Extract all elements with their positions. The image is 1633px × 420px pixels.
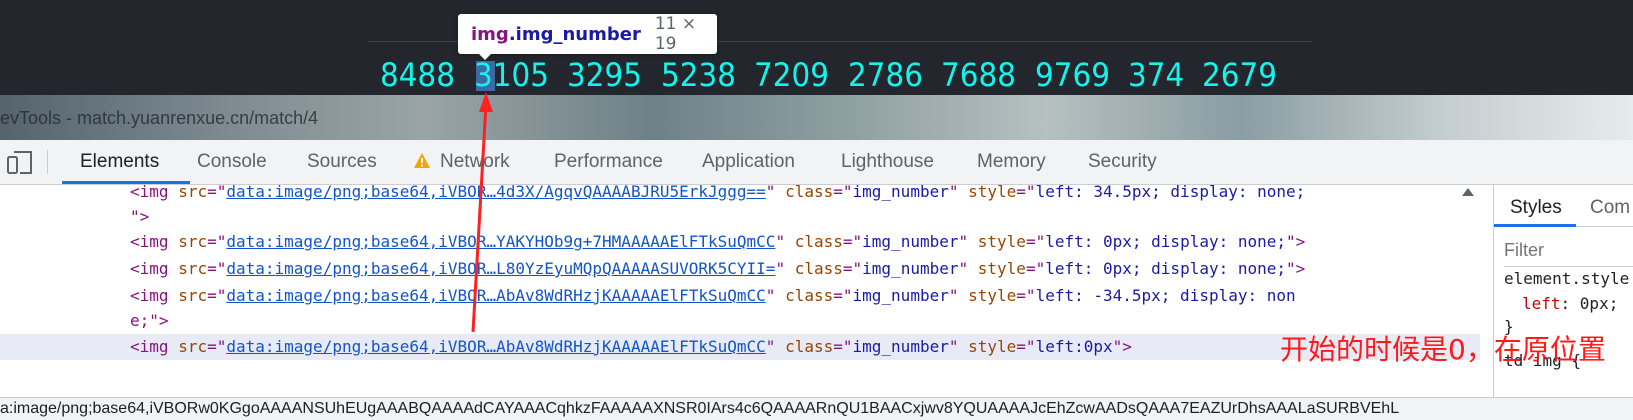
code-tag: img bbox=[139, 185, 169, 201]
code-attr: class bbox=[785, 286, 834, 305]
code-tag: img bbox=[139, 286, 169, 305]
tab-lighthouse[interactable]: Lighthouse bbox=[841, 140, 934, 184]
status-bar: a:image/png;base64,iVBORw0KGgoAAAANSUhEU… bbox=[0, 397, 1633, 420]
dom-node-row-continuation: "> bbox=[0, 204, 1480, 230]
code-value: left: 0px; display: none; bbox=[1045, 232, 1287, 251]
rule-selector: element.style bbox=[1504, 269, 1630, 288]
code-value: left: -34.5px; display: non bbox=[1035, 286, 1296, 305]
code-tag: img bbox=[139, 337, 169, 356]
number-item: 5238 bbox=[661, 56, 736, 94]
code-value: img_number bbox=[862, 232, 959, 251]
code-value: left:0px bbox=[1035, 337, 1113, 356]
tab-elements[interactable]: Elements bbox=[80, 140, 159, 184]
number-item: 3105 bbox=[474, 56, 549, 94]
css-declaration[interactable]: left: 0px; bbox=[1522, 294, 1618, 313]
window-title: evTools - match.yuanrenxue.cn/match/4 bbox=[0, 108, 319, 128]
code-value: img_number bbox=[862, 259, 959, 278]
code-value: left: 34.5px; display: none; bbox=[1035, 185, 1306, 201]
tab-sources[interactable]: Sources bbox=[307, 140, 377, 184]
inspect-tooltip: img .img_number 11 × 19 bbox=[458, 14, 717, 54]
status-bar-url: a:image/png;base64,iVBORw0KGgoAAAANSUhEU… bbox=[0, 400, 1400, 417]
tab-console[interactable]: Console bbox=[197, 140, 267, 184]
annotation-note: 开始的时候是0，在原位置 bbox=[1280, 333, 1606, 366]
dom-node-row-continuation: e;"> bbox=[0, 308, 1480, 334]
number-item: 3295 bbox=[567, 56, 642, 94]
code-attr: class bbox=[785, 185, 834, 201]
code-attr: class bbox=[785, 337, 834, 356]
code-value: left: 0px; display: none; bbox=[1045, 259, 1287, 278]
code-attr: style bbox=[968, 286, 1017, 305]
src-link[interactable]: data:image/png;base64,iVBOR…L80YzEyuMQpQ… bbox=[226, 259, 775, 278]
dom-node-row[interactable]: <img src="data:image/png;base64,iVBOR…L8… bbox=[0, 256, 1480, 282]
code-attr: style bbox=[968, 337, 1017, 356]
tooltip-arrow bbox=[478, 53, 492, 60]
warning-icon bbox=[414, 153, 430, 168]
tab-security[interactable]: Security bbox=[1088, 140, 1157, 184]
dom-node-row[interactable]: <img src="data:image/png;base64,iVBOR…YA… bbox=[0, 229, 1480, 255]
css-value: : 0px; bbox=[1560, 294, 1619, 313]
page-viewport-strip: 8488 3105 3295 5238 7209 2786 7688 9769 … bbox=[0, 0, 1633, 95]
number-item: 2786 bbox=[848, 56, 923, 94]
tooltip-size: 11 × 19 bbox=[654, 14, 697, 54]
tab-application[interactable]: Application bbox=[702, 140, 795, 184]
tooltip-class: .img_number bbox=[508, 23, 641, 45]
tab-styles[interactable]: Styles bbox=[1510, 197, 1562, 219]
devtools-tab-bar: Elements Console Sources Network Perform… bbox=[0, 140, 1633, 185]
code-attr: src bbox=[178, 337, 208, 356]
code-attr: style bbox=[977, 232, 1026, 251]
tab-computed[interactable]: Com bbox=[1590, 197, 1630, 219]
code-value: img_number bbox=[852, 337, 949, 356]
device-toolbar-icon[interactable] bbox=[6, 149, 34, 175]
code-attr: style bbox=[977, 259, 1026, 278]
styles-filter-input[interactable] bbox=[1504, 235, 1633, 267]
code-attr: src bbox=[178, 232, 208, 251]
tooltip-tag: img bbox=[471, 23, 509, 45]
src-link[interactable]: data:image/png;base64,iVBOR…AbAv8WdRHzjK… bbox=[226, 337, 765, 356]
code-attr: class bbox=[794, 232, 843, 251]
code-attr: src bbox=[178, 286, 208, 305]
dom-node-row[interactable]: <img src="data:image/png;base64,iVBOR…Ab… bbox=[0, 283, 1480, 309]
src-link[interactable]: data:image/png;base64,iVBOR…AbAv8WdRHzjK… bbox=[226, 286, 765, 305]
code-continuation: "> bbox=[130, 207, 150, 226]
code-attr: src bbox=[178, 185, 208, 201]
window-title-bar[interactable]: evTools - match.yuanrenxue.cn/match/4 bbox=[0, 95, 1633, 140]
number-item: 7209 bbox=[754, 56, 829, 94]
code-attr: style bbox=[968, 185, 1017, 201]
code-continuation: e;"> bbox=[130, 311, 169, 330]
code-value: img_number bbox=[852, 286, 949, 305]
divider bbox=[47, 150, 48, 174]
number-item: 8488 bbox=[380, 56, 455, 94]
code-punct: < bbox=[130, 185, 140, 201]
src-link[interactable]: data:image/png;base64,iVBOR…4d3X/AgqvQAA… bbox=[226, 185, 765, 201]
dom-node-row-selected[interactable]: <img src="data:image/png;base64,iVBOR…Ab… bbox=[0, 334, 1480, 360]
number-item: 9769 bbox=[1035, 56, 1110, 94]
styles-tab-bar: Styles Com bbox=[1494, 185, 1633, 227]
code-value: img_number bbox=[852, 185, 949, 201]
number-item: 7688 bbox=[941, 56, 1016, 94]
tab-memory[interactable]: Memory bbox=[977, 140, 1046, 184]
dom-node-row[interactable]: <img src="data:image/png;base64,iVBOR…4d… bbox=[0, 185, 1480, 205]
code-tag: img bbox=[139, 232, 169, 251]
tab-performance[interactable]: Performance bbox=[554, 140, 663, 184]
src-link[interactable]: data:image/png;base64,iVBOR…YAKYHOb9g+7H… bbox=[226, 232, 775, 251]
active-tab-indicator bbox=[1494, 224, 1576, 227]
code-attr: src bbox=[178, 259, 208, 278]
active-tab-indicator bbox=[62, 181, 190, 184]
elements-panel: <img src="data:image/png;base64,iVBOR…4d… bbox=[0, 185, 1480, 397]
number-item: 2679 bbox=[1202, 56, 1277, 94]
code-attr: class bbox=[794, 259, 843, 278]
tab-network[interactable]: Network bbox=[440, 140, 510, 184]
number-item: 374 bbox=[1128, 56, 1185, 94]
code-tag: img bbox=[139, 259, 169, 278]
css-property: left bbox=[1522, 294, 1561, 313]
